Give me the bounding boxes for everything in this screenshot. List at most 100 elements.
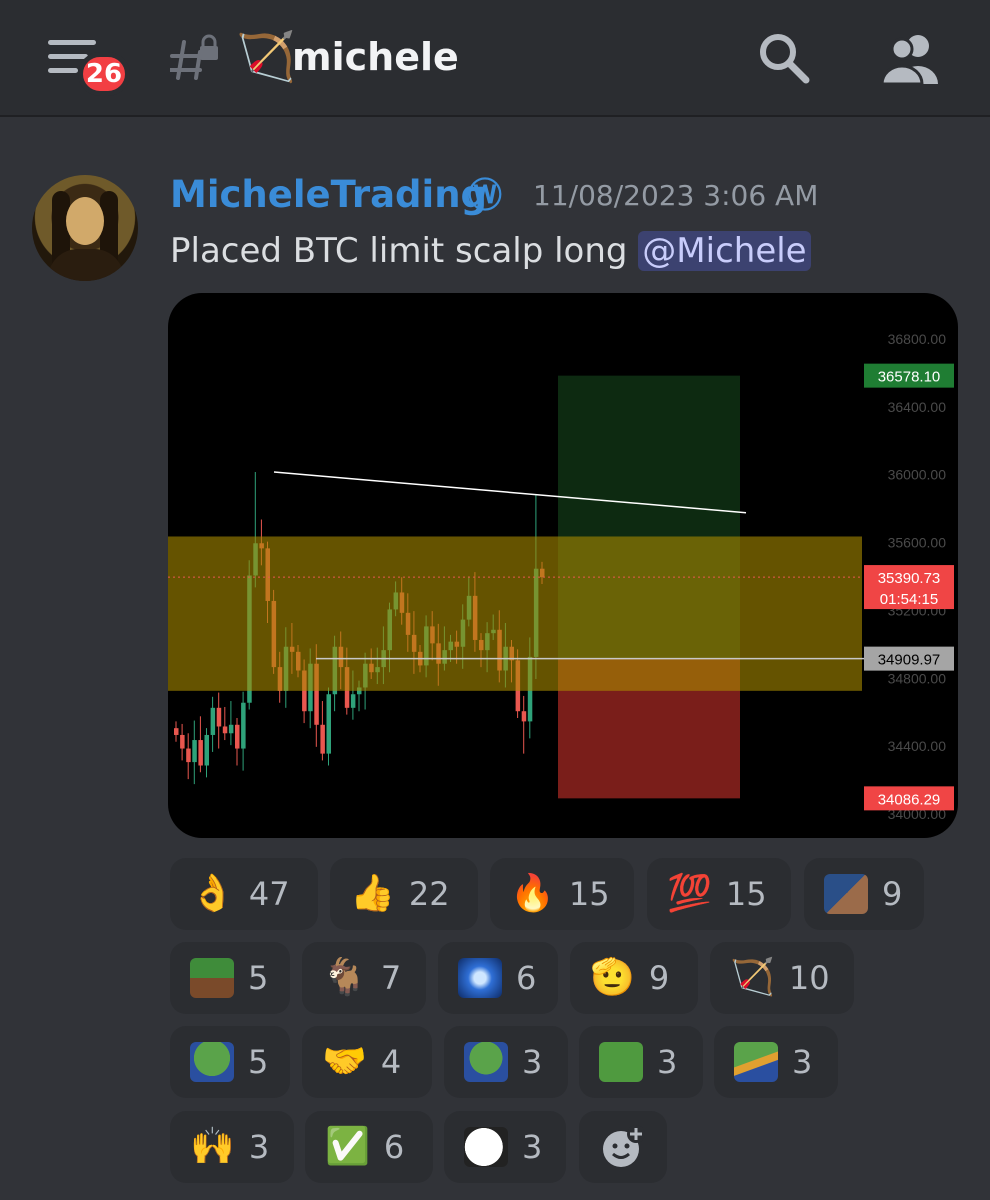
candle-body: [198, 740, 203, 766]
reaction-emoji: 🙌: [190, 1126, 235, 1167]
reaction-emoji: 🐐: [322, 957, 367, 998]
reaction-button[interactable]: 6: [438, 942, 558, 1014]
reaction-button[interactable]: 👌 47: [170, 858, 318, 930]
reaction-button[interactable]: 🤝 4: [302, 1026, 432, 1098]
reaction-button[interactable]: 5: [170, 942, 290, 1014]
reaction-emoji: 👌: [190, 873, 235, 914]
ghost-face-custom-emoji: [464, 1127, 508, 1167]
add-reaction-icon: [603, 1125, 645, 1167]
reaction-button[interactable]: 3: [444, 1111, 566, 1183]
reaction-count: 3: [522, 1043, 543, 1081]
candle-body: [320, 724, 325, 754]
channel-name: michele: [292, 35, 459, 79]
support-zone: [168, 536, 862, 691]
channel-header: 26 🏹 michele: [0, 0, 990, 117]
add-reaction-button[interactable]: [579, 1111, 667, 1183]
reaction-emoji: 👍: [350, 873, 395, 914]
candle-body: [210, 707, 216, 735]
candle-body: [350, 694, 356, 708]
reaction-count: 5: [248, 959, 269, 997]
pepe-smirk-custom-emoji: [599, 1042, 643, 1082]
user-avatar[interactable]: [32, 175, 138, 281]
role-icon: Ⓦ: [468, 176, 502, 216]
reaction-count: 4: [380, 1043, 402, 1081]
reaction-button[interactable]: 3: [579, 1026, 703, 1098]
candle-body: [326, 694, 331, 754]
unread-badge: 26: [78, 52, 130, 96]
y-tick-label: 34400.00: [888, 738, 947, 754]
candle-body: [222, 726, 228, 734]
reaction-button[interactable]: 9: [804, 858, 924, 930]
candle-body: [235, 724, 240, 749]
reaction-count: 9: [882, 875, 903, 913]
reaction-button[interactable]: 3: [444, 1026, 568, 1098]
current-price-label: 35390.73: [878, 570, 941, 587]
locked-channel-icon: [170, 34, 218, 80]
chart-svg: 36800.0036400.0036000.0035600.0035200.00…: [168, 331, 954, 822]
pepe-bird-custom-emoji: [734, 1042, 778, 1082]
reaction-count: 7: [380, 959, 402, 997]
reaction-count: 47: [248, 875, 290, 913]
reaction-count: 3: [522, 1128, 543, 1166]
search-icon[interactable]: [756, 30, 812, 86]
reaction-count: 22: [408, 875, 450, 913]
reaction-button[interactable]: 🐐 7: [302, 942, 426, 1014]
message-text: Placed BTC limit scalp long @Michele: [170, 226, 811, 276]
candle-body: [521, 711, 527, 722]
reaction-count: 5: [248, 1043, 269, 1081]
candle-body: [216, 707, 222, 727]
y-tick-label: 36400.00: [888, 399, 947, 415]
candle-body: [180, 734, 185, 749]
reaction-button[interactable]: 5: [170, 1026, 290, 1098]
countdown-label: 01:54:15: [880, 591, 938, 608]
reaction-button[interactable]: ✅ 6: [305, 1111, 433, 1183]
reaction-emoji: 🫡: [590, 957, 635, 998]
reaction-count: 10: [788, 959, 830, 997]
candle-body: [204, 734, 209, 766]
reaction-emoji: 🏹: [730, 957, 775, 998]
reaction-count: 6: [383, 1128, 405, 1166]
stop-loss-label: 34086.29: [878, 791, 941, 808]
candle-body: [192, 740, 197, 763]
channel-emoji: 🏹: [236, 29, 296, 85]
message-timestamp: 11/08/2023 3:06 AM: [533, 179, 819, 212]
pepe-custom-emoji: [190, 1042, 234, 1082]
reaction-count: 15: [568, 875, 610, 913]
pepe-tie-custom-emoji: [464, 1042, 508, 1082]
reaction-emoji: 🤝: [322, 1041, 367, 1082]
reaction-emoji: 💯: [667, 873, 712, 914]
y-tick-label: 36800.00: [888, 331, 947, 347]
reaction-emoji: 🔥: [510, 873, 555, 914]
candle-body: [174, 728, 179, 735]
entry-price-label: 34909.97: [878, 652, 941, 669]
reaction-count: 6: [516, 959, 537, 997]
message-body: Placed BTC limit scalp long: [170, 231, 639, 271]
reaction-count: 3: [248, 1128, 270, 1166]
reaction-button[interactable]: 🏹 10: [710, 942, 854, 1014]
y-tick-label: 34800.00: [888, 670, 947, 686]
y-tick-label: 36000.00: [888, 467, 947, 483]
reaction-button[interactable]: 🔥 15: [490, 858, 634, 930]
user-mention[interactable]: @Michele: [638, 231, 811, 271]
reaction-button[interactable]: 👍 22: [330, 858, 478, 930]
reaction-count: 3: [657, 1043, 678, 1081]
galaxy-brain-custom-emoji: [458, 958, 502, 998]
trading-chart-image[interactable]: 36800.00 36400.00 36000.00 35600.00 35200.00…: [168, 293, 958, 838]
candle-body: [186, 748, 191, 763]
take-profit-label: 36578.10: [878, 369, 941, 386]
reaction-count: 15: [725, 875, 767, 913]
reaction-count: 3: [792, 1043, 813, 1081]
y-tick-label: 35600.00: [888, 535, 947, 551]
reaction-emoji: ✅: [325, 1126, 370, 1167]
members-icon[interactable]: [878, 32, 942, 86]
candle-body: [241, 702, 246, 749]
reaction-button[interactable]: 🙌 3: [170, 1111, 294, 1183]
reaction-count: 9: [648, 959, 670, 997]
candle-body: [228, 724, 234, 734]
username[interactable]: MicheleTrading: [170, 168, 487, 222]
reaction-button[interactable]: 💯 15: [647, 858, 791, 930]
reaction-button[interactable]: 3: [714, 1026, 838, 1098]
pepe-laying-custom-emoji: [190, 958, 234, 998]
hug-custom-emoji: [824, 874, 868, 914]
reaction-button[interactable]: 🫡 9: [570, 942, 698, 1014]
